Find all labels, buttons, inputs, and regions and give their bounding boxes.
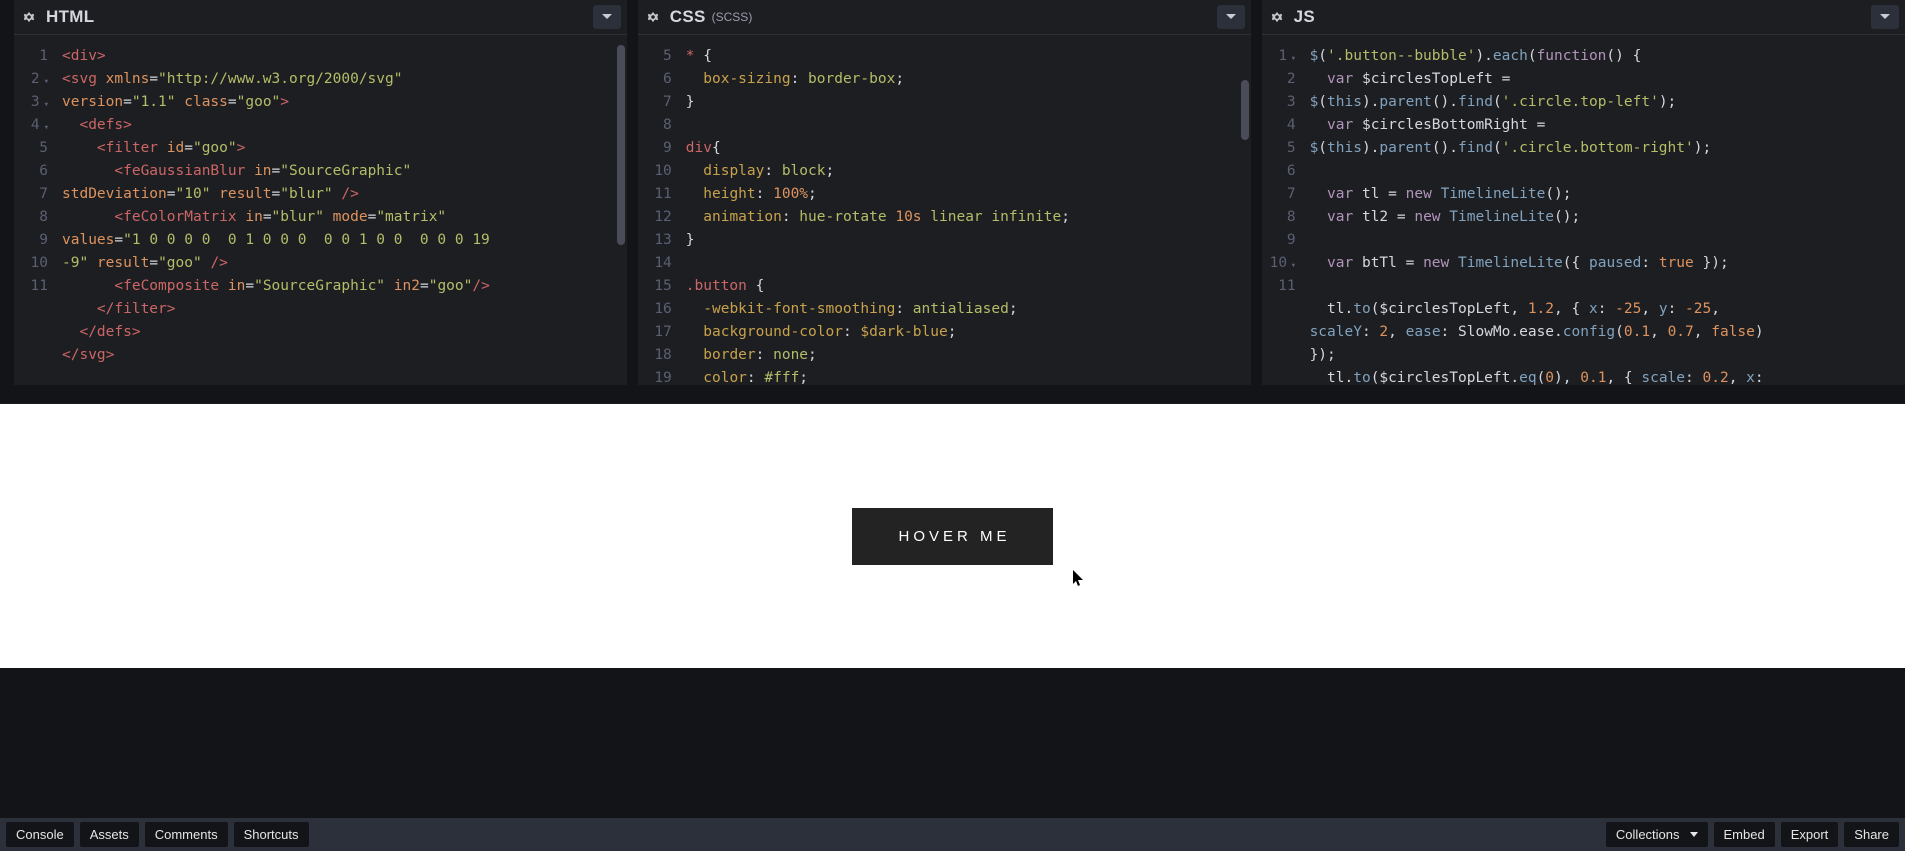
footer-collections-button[interactable]: Collections [1606,822,1708,847]
chevron-down-icon [601,11,613,23]
footer-assets-button[interactable]: Assets [80,822,139,847]
gutter-line: 10 [1262,252,1296,275]
gutter-line: 9 [14,229,48,252]
gutter-line: 2 [1262,68,1296,91]
pane-dropdown-button[interactable] [1217,5,1245,29]
gutter-line: 15 [638,275,672,298]
pane-header-js: JS [1262,0,1905,35]
gutter-line: 8 [638,114,672,137]
gutter-line: 7 [638,91,672,114]
scrollbar-vertical[interactable] [1241,80,1249,140]
gutter-line: 14 [638,252,672,275]
editor-pane-css: CSS (SCSS) 5678910111213141516171819 * {… [638,0,1251,385]
pane-title: CSS [670,7,706,27]
gutter-line: 10 [638,160,672,183]
gutter-line: 12 [638,206,672,229]
pane-title: HTML [46,7,94,27]
editor-pane-js: JS 1234567891011 $('.button--bubble').ea… [1262,0,1905,385]
pane-dropdown-button[interactable] [1871,5,1899,29]
gutter-line: 6 [1262,160,1296,183]
chevron-down-icon [1879,11,1891,23]
pane-subtitle: (SCSS) [712,10,753,24]
gutter-line: 17 [638,321,672,344]
gutter-line: 6 [638,68,672,91]
gutter-line: 18 [638,344,672,367]
gutter-line: 1 [14,45,48,68]
footer-share-button[interactable]: Share [1844,822,1899,847]
gutter-line: 3 [1262,91,1296,114]
preview-area[interactable]: HOVER ME [0,403,1905,668]
editor-pane-html: HTML 1234567891011 <div> <svg xmlns="htt… [14,0,627,385]
gutter-line: 16 [638,298,672,321]
gutter-line: 4 [14,114,48,137]
gutter-line: 8 [1262,206,1296,229]
footer-console-button[interactable]: Console [6,822,74,847]
code-editor-css[interactable]: 5678910111213141516171819 * { box-sizing… [638,35,1251,385]
gutter-line: 7 [1262,183,1296,206]
gutter-line: 11 [14,275,48,298]
gear-icon[interactable] [22,10,36,24]
hover-me-button[interactable]: HOVER ME [852,508,1052,565]
gutter-line: 9 [1262,229,1296,252]
gutter-line: 2 [14,68,48,91]
scrollbar-vertical[interactable] [617,45,625,245]
gutter-line: 19 [638,367,672,385]
pane-dropdown-button[interactable] [593,5,621,29]
footer-shortcuts-button[interactable]: Shortcuts [234,822,309,847]
gear-icon[interactable] [646,10,660,24]
gear-icon[interactable] [1270,10,1284,24]
gutter-line: 13 [638,229,672,252]
gutter-line: 6 [14,160,48,183]
gutter-line: 9 [638,137,672,160]
pane-header-html: HTML [14,0,627,35]
gutter-line: 5 [14,137,48,160]
pane-title: JS [1294,7,1315,27]
gutter-line: 5 [1262,137,1296,160]
gutter-line: 1 [1262,45,1296,68]
gutter-line: 5 [638,45,672,68]
gutter-line: 7 [14,183,48,206]
footer-export-button[interactable]: Export [1781,822,1839,847]
cursor-icon [1072,570,1086,588]
footer-comments-button[interactable]: Comments [145,822,228,847]
chevron-down-icon [1225,11,1237,23]
gutter-line: 8 [14,206,48,229]
gutter-line: 4 [1262,114,1296,137]
footer-embed-button[interactable]: Embed [1714,822,1775,847]
footer-bar: ConsoleAssetsCommentsShortcuts Collectio… [0,818,1905,851]
code-editor-js[interactable]: 1234567891011 $('.button--bubble').each(… [1262,35,1905,385]
gutter-line: 10 [14,252,48,275]
gutter-line: 11 [1262,275,1296,298]
gutter-line: 11 [638,183,672,206]
pane-header-css: CSS (SCSS) [638,0,1251,35]
code-editor-html[interactable]: 1234567891011 <div> <svg xmlns="http://w… [14,35,627,385]
gutter-line: 3 [14,91,48,114]
